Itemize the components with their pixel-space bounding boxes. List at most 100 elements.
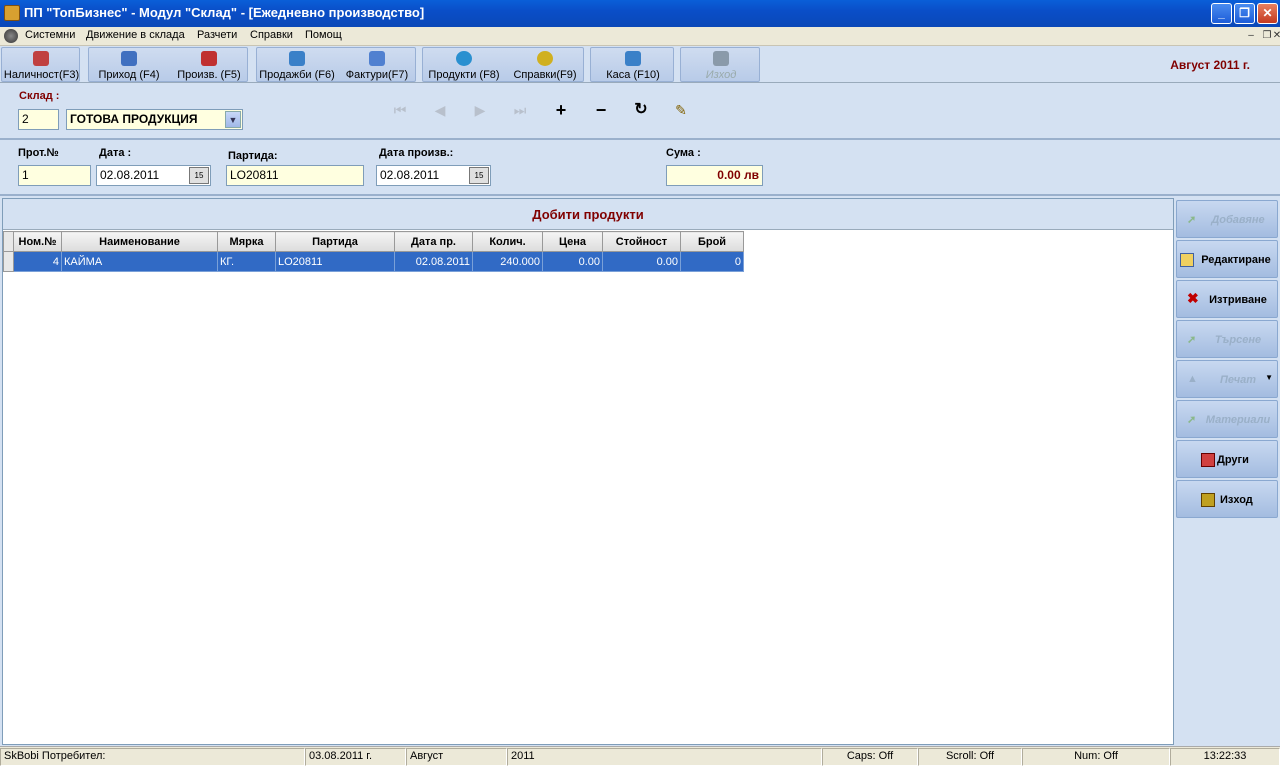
- production-date-label: Дата произв.:: [379, 147, 454, 159]
- minimize-button[interactable]: _: [1211, 3, 1232, 24]
- menu-system[interactable]: Системни: [25, 29, 75, 41]
- column-header[interactable]: Дата пр.: [394, 231, 473, 252]
- mdi-close-button[interactable]: ✕: [1269, 29, 1280, 43]
- menu-help[interactable]: Помощ: [305, 29, 342, 41]
- materials-button[interactable]: ➚ Материали: [1176, 400, 1278, 438]
- last-record-icon[interactable]: ⏭: [510, 100, 530, 120]
- cash-button-label: Каса (F10): [606, 69, 660, 81]
- search-button[interactable]: ➚ Търсене: [1176, 320, 1278, 358]
- date-input[interactable]: 02.08.2011 15: [96, 165, 211, 186]
- edit-icon: [1180, 253, 1194, 267]
- sum-label: Сума :: [666, 147, 701, 159]
- cell-quantity[interactable]: 240.000: [472, 251, 543, 272]
- exit-button[interactable]: Изход: [1176, 480, 1278, 518]
- add-button[interactable]: ➚ Добавяне: [1176, 200, 1278, 238]
- refresh-icon[interactable]: ↻: [631, 100, 651, 120]
- cell-unit[interactable]: КГ.: [217, 251, 276, 272]
- close-button[interactable]: ✕: [1257, 3, 1278, 24]
- calendar-icon[interactable]: 15: [189, 167, 209, 184]
- action-sidebar: ➚ Добавяне Редактиране ✖ Изтриване ➚ Тър…: [1175, 198, 1280, 745]
- edit-button[interactable]: Редактиране: [1176, 240, 1278, 278]
- status-year: 2011: [507, 748, 822, 766]
- previous-record-icon[interactable]: ◀: [430, 100, 450, 120]
- protocol-number-input[interactable]: 1: [18, 165, 91, 186]
- production-calendar-icon[interactable]: 15: [469, 167, 489, 184]
- products-button[interactable]: Продукти (F8): [423, 48, 505, 83]
- warehouse-code-input[interactable]: 2: [18, 109, 59, 130]
- edit-record-icon[interactable]: ✎: [671, 100, 691, 120]
- chart-icon: [33, 51, 49, 66]
- stock-button-label: Наличност(F3): [3, 69, 80, 81]
- cash-button[interactable]: Каса (F10): [591, 48, 675, 83]
- mdi-minimize-button[interactable]: –: [1243, 29, 1259, 43]
- column-header[interactable]: Брой: [680, 231, 744, 252]
- document-icon: [121, 51, 137, 66]
- production-button[interactable]: Произв. (F5): [169, 48, 249, 83]
- column-header[interactable]: Мярка: [217, 231, 276, 252]
- first-record-icon[interactable]: ⏮: [390, 100, 410, 120]
- warehouse-select-value: ГОТОВА ПРОДУКЦИЯ: [70, 112, 198, 126]
- remove-record-icon[interactable]: −: [591, 100, 611, 120]
- cell-name[interactable]: КАЙМА: [61, 251, 218, 272]
- toolbar-group-cash: Каса (F10): [590, 47, 674, 82]
- sales-button[interactable]: Продажби (F6): [257, 48, 337, 83]
- income-button[interactable]: Приход (F4): [89, 48, 169, 83]
- status-caps: Caps: Off: [822, 748, 918, 766]
- menu-reports[interactable]: Справки: [250, 29, 293, 41]
- window-title: ПП "ТопБизнес" - Модул "Склад" - [Ежедне…: [24, 5, 425, 20]
- income-button-label: Приход (F4): [98, 69, 160, 81]
- products-table: Ном.№ Наименование Мярка Партида Дата пр…: [3, 231, 744, 272]
- column-header[interactable]: Стойност: [602, 231, 681, 252]
- exit-icon: [713, 51, 729, 66]
- batch-label: Партида:: [228, 150, 278, 162]
- products-grid-panel: Добити продукти Ном.№ Наименование Мярка…: [2, 198, 1174, 745]
- other-button-label: Други: [1217, 454, 1249, 466]
- toolbar-group-exit: Изход: [680, 47, 760, 82]
- toolbar-exit-button[interactable]: Изход: [681, 48, 761, 83]
- toolbar-group-docs: Приход (F4) Произв. (F5): [88, 47, 248, 82]
- row-indicator[interactable]: [3, 251, 14, 272]
- column-header[interactable]: Партида: [275, 231, 395, 252]
- other-button[interactable]: Други: [1176, 440, 1278, 478]
- reports-button[interactable]: Справки(F9): [505, 48, 585, 83]
- cell-batch[interactable]: LO20811: [275, 251, 395, 272]
- next-record-icon[interactable]: ▶: [470, 100, 490, 120]
- column-header[interactable]: Колич.: [472, 231, 543, 252]
- menu-movement[interactable]: Движение в склада: [86, 29, 185, 41]
- cell-value[interactable]: 0.00: [602, 251, 681, 272]
- invoices-button-label: Фактури(F7): [345, 69, 409, 81]
- sales-icon: [289, 51, 305, 66]
- column-header[interactable]: Цена: [542, 231, 603, 252]
- materials-button-label: Материали: [1205, 414, 1271, 426]
- menu-accounts[interactable]: Разчети: [197, 29, 237, 41]
- column-header[interactable]: Наименование: [61, 231, 218, 252]
- stock-button[interactable]: Наличност(F3): [2, 48, 81, 83]
- system-menu-icon[interactable]: [4, 29, 18, 43]
- maximize-button[interactable]: ❐: [1234, 3, 1255, 24]
- cell-production-date[interactable]: 02.08.2011: [394, 251, 473, 272]
- column-header[interactable]: Ном.№: [13, 231, 62, 252]
- period-label: Август 2011 г.: [1170, 58, 1250, 72]
- print-button[interactable]: ▲ Печат ▼: [1176, 360, 1278, 398]
- cell-price[interactable]: 0.00: [542, 251, 603, 272]
- chevron-down-icon[interactable]: ▼: [225, 111, 241, 128]
- invoices-button[interactable]: Фактури(F7): [337, 48, 417, 83]
- print-dropdown-icon[interactable]: ▼: [1265, 373, 1273, 382]
- delete-button[interactable]: ✖ Изтриване: [1176, 280, 1278, 318]
- date-value: 02.08.2011: [100, 168, 160, 182]
- status-user: SkBobi Потребител:: [0, 748, 305, 766]
- add-button-label: Добавяне: [1211, 214, 1265, 226]
- menu-bar: Системни Движение в склада Разчети Справ…: [0, 27, 1280, 46]
- sum-value: 0.00 лв: [666, 165, 763, 186]
- products-icon: [456, 51, 472, 66]
- batch-input[interactable]: LO20811: [226, 165, 364, 186]
- production-date-input[interactable]: 02.08.2011 15: [376, 165, 491, 186]
- add-record-icon[interactable]: +: [551, 100, 571, 120]
- warehouse-select[interactable]: ГОТОВА ПРОДУКЦИЯ ▼: [66, 109, 243, 130]
- cell-number[interactable]: 4: [13, 251, 62, 272]
- toolbar: Наличност(F3) Приход (F4) Произв. (F5) П…: [0, 46, 1280, 83]
- cell-count[interactable]: 0: [680, 251, 744, 272]
- table-row[interactable]: 4 КАЙМА КГ. LO20811 02.08.2011 240.000 0…: [3, 251, 744, 272]
- cash-icon: [625, 51, 641, 66]
- row-indicator-header: [3, 231, 14, 252]
